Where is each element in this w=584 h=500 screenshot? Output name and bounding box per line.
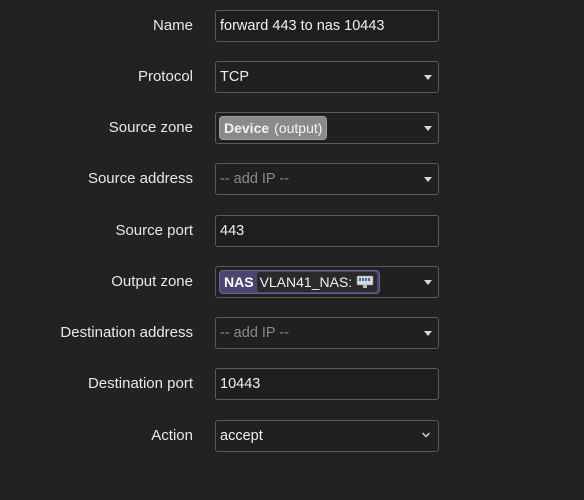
network-name: VLAN41_NAS: (259, 274, 353, 290)
zone-name: NAS (224, 274, 254, 290)
caret-down-icon (424, 177, 432, 182)
row-destination-address: Destination address -- add IP -- (0, 317, 584, 349)
source-port-value: 443 (220, 223, 245, 239)
source-zone-select[interactable]: Device (output) (215, 112, 439, 144)
caret-down-icon (424, 280, 432, 285)
row-output-zone: Output zone NAS VLAN41_NAS: (0, 266, 584, 298)
action-label: Action (151, 427, 193, 444)
destination-address-select[interactable]: -- add IP -- (215, 317, 439, 349)
source-port-label: Source port (115, 222, 193, 239)
chevron-down-icon (422, 432, 430, 438)
source-zone-label: Source zone (108, 119, 193, 136)
zone-badge-nas: NAS VLAN41_NAS: (219, 270, 381, 294)
destination-port-label: Destination port (87, 375, 193, 392)
protocol-value: TCP (220, 69, 249, 85)
source-address-select[interactable]: -- add IP -- (215, 163, 439, 195)
zone-network: VLAN41_NAS: (256, 272, 378, 292)
caret-down-icon (424, 75, 432, 80)
row-protocol: Protocol TCP (0, 61, 584, 93)
name-label: Name (152, 17, 193, 34)
row-destination-port: Destination port 10443 (0, 368, 584, 400)
row-name: Name forward 443 to nas 10443 (0, 10, 584, 42)
protocol-label: Protocol (137, 68, 193, 85)
destination-address-placeholder: -- add IP -- (220, 325, 290, 341)
destination-address-label: Destination address (60, 324, 193, 341)
name-value: forward 443 to nas 10443 (220, 18, 385, 34)
row-source-zone: Source zone Device (output) (0, 112, 584, 144)
caret-down-icon (424, 126, 432, 131)
name-input[interactable]: forward 443 to nas 10443 (215, 10, 439, 42)
row-source-port: Source port 443 (0, 215, 584, 247)
source-address-label: Source address (87, 170, 193, 187)
output-zone-select[interactable]: NAS VLAN41_NAS: (215, 266, 439, 298)
zone-badge-device: Device (output) (219, 116, 328, 140)
source-port-input[interactable]: 443 (215, 215, 439, 247)
output-zone-label: Output zone (111, 273, 193, 290)
row-source-address: Source address -- add IP -- (0, 163, 584, 195)
zone-detail: (output) (274, 120, 323, 136)
action-value: accept (220, 428, 263, 444)
caret-down-icon (424, 331, 432, 336)
protocol-select[interactable]: TCP (215, 61, 439, 93)
zone-name: Device (224, 120, 270, 136)
destination-port-value: 10443 (220, 376, 261, 392)
row-action: Action accept (0, 420, 584, 452)
source-address-placeholder: -- add IP -- (220, 171, 290, 187)
ethernet-port-icon (356, 275, 374, 288)
action-select[interactable]: accept (215, 420, 439, 452)
destination-port-input[interactable]: 10443 (215, 368, 439, 400)
